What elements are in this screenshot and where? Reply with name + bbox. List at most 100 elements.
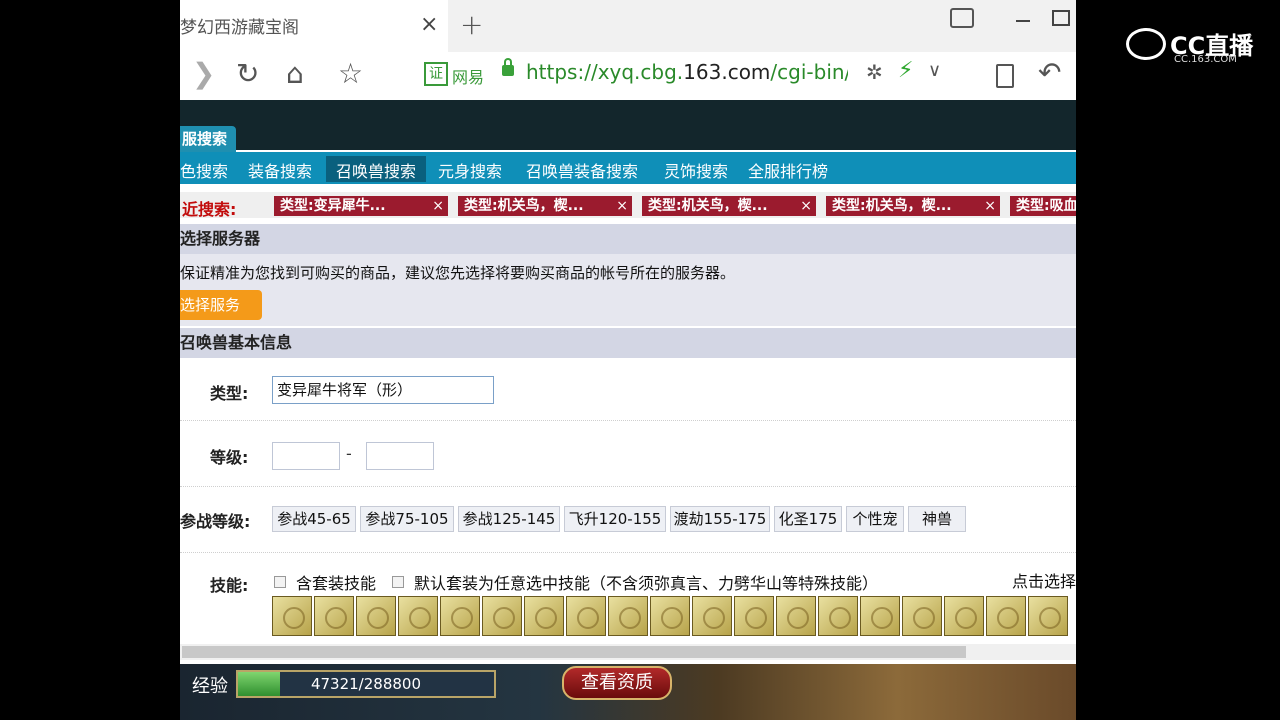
exp-bar: 47321/288800 (236, 670, 496, 698)
skill-icon[interactable] (608, 596, 648, 636)
recent-searches-label: 近搜索: (182, 200, 237, 219)
server-note: 保证精准为您找到可购买的商品，建议您先选择将要购买商品的帐号所在的服务器。 (180, 264, 736, 282)
grade-button[interactable]: 化圣175 (774, 506, 842, 532)
skill-icon[interactable] (272, 596, 312, 636)
certificate-icon[interactable]: 证 (424, 62, 448, 86)
server-section: 保证精准为您找到可购买的商品，建议您先选择将要购买商品的帐号所在的服务器。 选择… (180, 254, 1076, 326)
maximize-icon[interactable] (1052, 10, 1070, 26)
site-header: 服搜索 (180, 100, 1076, 152)
url-field[interactable]: https://xyq.cbg.163.com/cgi-bin/ec (526, 60, 848, 84)
select-server-button[interactable]: 选择服务 (180, 290, 262, 320)
default-suit-checkbox[interactable] (392, 576, 404, 588)
logo-subtext: CC.163.COM (1174, 54, 1237, 65)
close-icon[interactable]: × (616, 196, 628, 216)
skill-icon[interactable] (440, 596, 480, 636)
close-icon[interactable]: × (432, 196, 444, 216)
minimize-icon[interactable] (1016, 20, 1030, 22)
recent-chip[interactable]: 类型:机关鸟，楔... × (642, 196, 816, 216)
skill-icon[interactable] (776, 596, 816, 636)
grade-button[interactable]: 个性宠 (846, 506, 904, 532)
level-min-input[interactable] (272, 442, 340, 470)
skill-icon[interactable] (944, 596, 984, 636)
type-input[interactable]: 变异犀牛将军（形） (272, 376, 494, 404)
lightning-icon[interactable]: ⚡ (898, 58, 913, 83)
skill-icon[interactable] (902, 596, 942, 636)
skill-icon[interactable] (860, 596, 900, 636)
grade-button[interactable]: 参战45-65 (272, 506, 356, 532)
close-tab-icon[interactable]: × (420, 12, 438, 37)
grade-button[interactable]: 神兽 (908, 506, 966, 532)
divider (180, 552, 1076, 553)
tab-bar: 梦幻西游藏宝阁 × + (180, 0, 1076, 52)
game-status-strip: 经验 47321/288800 查看资质 (180, 664, 1076, 720)
level-range-dash: - (346, 444, 352, 463)
recent-chip[interactable]: 类型:机关鸟，楔... × (458, 196, 632, 216)
exp-value: 47321/288800 (310, 675, 422, 693)
skill-label: 技能: (210, 576, 249, 595)
include-suit-label: 含套装技能 (296, 574, 377, 593)
pet-info-heading: 召唤兽基本信息 (180, 328, 1076, 358)
scrollbar-thumb[interactable] (182, 646, 966, 658)
lock-icon (502, 58, 514, 76)
divider (180, 420, 1076, 421)
recent-chip-label: 类型:变异犀牛... (280, 198, 386, 214)
skill-icon[interactable] (356, 596, 396, 636)
address-bar: ❯ ↻ ⌂ ☆ 证 网易 https://xyq.cbg.163.com/cgi… (180, 52, 1076, 101)
subnav-item-ornament[interactable]: 灵饰搜索 (664, 158, 728, 182)
mobile-icon[interactable] (996, 64, 1014, 88)
undo-icon[interactable]: ↶ (1038, 56, 1061, 89)
skill-icon[interactable] (314, 596, 354, 636)
subnav-item-pet[interactable]: 召唤兽搜索 (336, 158, 416, 182)
skill-icon[interactable] (650, 596, 690, 636)
new-tab-icon[interactable]: + (460, 8, 483, 41)
recent-chip-label: 类型:机关鸟，楔... (832, 198, 952, 214)
default-suit-label: 默认套装为任意选中技能（不含须弥真言、力劈华山等特殊技能） (414, 574, 879, 593)
view-aptitude-button[interactable]: 查看资质 (562, 666, 672, 700)
skin-icon[interactable] (950, 8, 974, 28)
skill-icon[interactable] (398, 596, 438, 636)
skill-icon[interactable] (986, 596, 1026, 636)
browser-tab[interactable]: 梦幻西游藏宝阁 × (180, 0, 448, 52)
subnav-item-equipment[interactable]: 装备搜索 (248, 158, 312, 182)
close-icon[interactable]: × (800, 196, 812, 216)
skill-icon[interactable] (818, 596, 858, 636)
recent-chip[interactable]: 类型:吸血 (1010, 196, 1076, 216)
refresh-icon[interactable]: ↻ (236, 56, 259, 92)
share-icon[interactable]: ✲ (866, 60, 883, 84)
skill-icon[interactable] (1028, 596, 1068, 636)
grade-button[interactable]: 渡劫155-175 (670, 506, 770, 532)
level-max-input[interactable] (366, 442, 434, 470)
skill-icon[interactable] (692, 596, 732, 636)
recent-chip[interactable]: 类型:变异犀牛... × (274, 196, 448, 216)
tab-server-search[interactable]: 服搜索 (180, 126, 236, 152)
grade-button[interactable]: 参战125-145 (458, 506, 560, 532)
certificate-label: 网易 (452, 68, 485, 87)
recent-chip[interactable]: 类型:机关鸟，楔... × (826, 196, 1000, 216)
home-icon[interactable]: ⌂ (286, 56, 304, 92)
exp-label: 经验 (192, 676, 228, 697)
recent-chip-label: 类型:机关鸟，楔... (648, 198, 768, 214)
url-host: 163.com (683, 60, 771, 84)
type-label: 类型: (210, 384, 249, 403)
chevron-down-icon[interactable]: ∨ (928, 60, 941, 81)
subnav-item-ranking[interactable]: 全服排行榜 (748, 158, 828, 182)
cc-live-logo: CC直播 CC.163.COM (1126, 26, 1266, 66)
close-icon[interactable]: × (984, 196, 996, 216)
grade-button[interactable]: 飞升120-155 (564, 506, 666, 532)
bookmark-star-icon[interactable]: ☆ (338, 56, 363, 92)
include-suit-checkbox[interactable] (274, 576, 286, 588)
subnav-item-avatar[interactable]: 元身搜索 (438, 158, 502, 182)
back-icon[interactable]: ❯ (192, 56, 215, 92)
grade-button[interactable]: 参战75-105 (360, 506, 454, 532)
skill-icon[interactable] (734, 596, 774, 636)
skill-icon[interactable] (482, 596, 522, 636)
skill-icon[interactable] (566, 596, 606, 636)
subnav-item-role[interactable]: 色搜索 (180, 158, 228, 182)
url-path: /cgi-bin/ec (770, 60, 848, 84)
horizontal-scrollbar[interactable] (180, 644, 1076, 660)
divider (180, 486, 1076, 487)
subnav-item-pet-equipment[interactable]: 召唤兽装备搜索 (526, 158, 638, 182)
skill-icon[interactable] (524, 596, 564, 636)
recent-chip-label: 类型:机关鸟，楔... (464, 198, 584, 214)
recent-chip-label: 类型:吸血 (1016, 198, 1076, 214)
